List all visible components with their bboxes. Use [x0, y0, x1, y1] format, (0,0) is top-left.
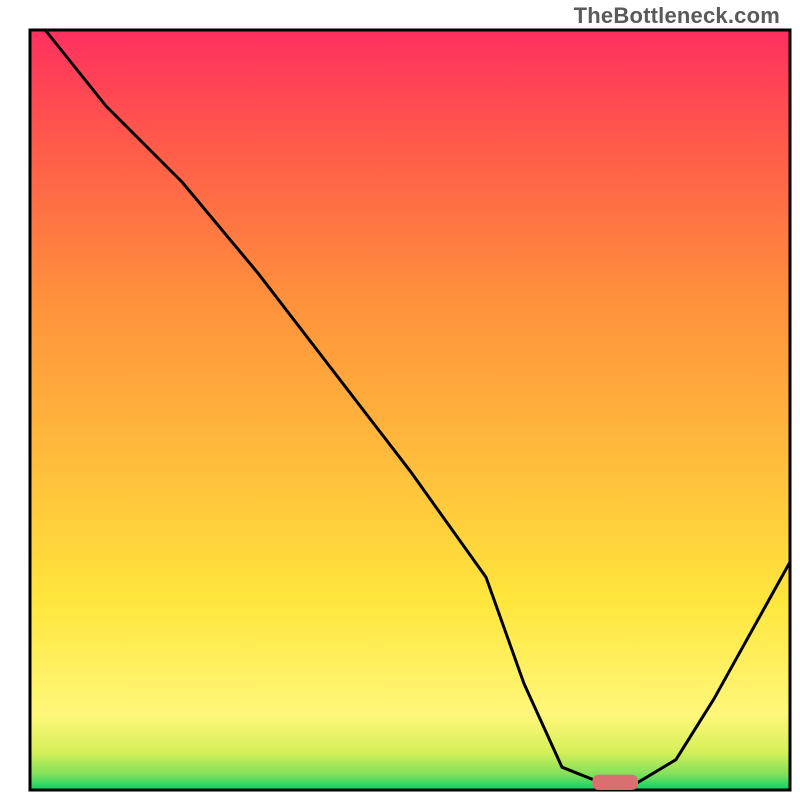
- optimal-marker: [592, 775, 638, 790]
- bottleneck-chart: [0, 0, 800, 800]
